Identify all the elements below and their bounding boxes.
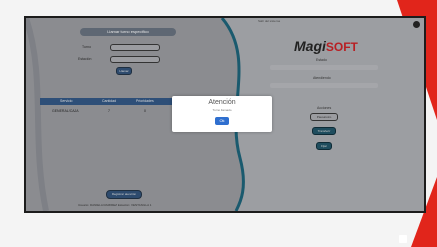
- logo-accent: SOFT: [325, 40, 358, 54]
- estacion-input[interactable]: [110, 56, 160, 63]
- app-screen: Salir del sistema Llamar turno específic…: [26, 18, 424, 211]
- llamar-button[interactable]: Llamar: [116, 67, 132, 75]
- pausa-select[interactable]: Pausa/otro: [310, 113, 338, 121]
- app-window-frame: Salir del sistema Llamar turno específic…: [24, 16, 426, 213]
- wave-left: [26, 18, 49, 211]
- dialog-title: Atención: [208, 99, 236, 106]
- logout-caption[interactable]: Salir del sistema: [258, 19, 280, 23]
- dialog-message: Turno llamado: [212, 108, 232, 112]
- table-header: Servicio Cantidad Prioridades: [40, 98, 180, 105]
- th-cantidad: Cantidad: [102, 99, 117, 103]
- alert-dialog: Atención Turno llamado Ok: [172, 96, 272, 132]
- atendiendo-label: Atendiendo: [313, 76, 331, 80]
- estado-label: Estado: [316, 58, 327, 62]
- atendiendo-field: [270, 83, 378, 88]
- fijar-button[interactable]: Fijar: [316, 142, 332, 150]
- footer-logo-icon: [399, 235, 407, 243]
- panel-title: Llamar turno específico: [80, 28, 176, 36]
- turno-label: Turno: [82, 45, 92, 49]
- session-caption: Usuario: DANIELA RAMIREZ Estación: VENTA…: [78, 203, 152, 207]
- register-button[interactable]: Registrar atención: [106, 190, 142, 199]
- ok-button[interactable]: Ok: [215, 117, 229, 125]
- acciones-label: Acciones: [317, 106, 332, 110]
- th-servicio: Servicio: [60, 99, 73, 103]
- turno-input[interactable]: [110, 44, 160, 51]
- magisoft-logo: MagiSOFT: [294, 38, 358, 54]
- estacion-label: Estación: [78, 57, 92, 61]
- logo-main: Magi: [294, 38, 326, 54]
- table-cell: 0: [144, 109, 146, 113]
- table-cell: GENERAL/CAJA: [52, 109, 79, 113]
- logout-icon[interactable]: [413, 21, 420, 28]
- transferir-button[interactable]: Transferir: [312, 127, 336, 135]
- estado-field: [270, 65, 378, 70]
- th-prioridades: Prioridades: [136, 99, 154, 103]
- table-cell: 7: [108, 109, 110, 113]
